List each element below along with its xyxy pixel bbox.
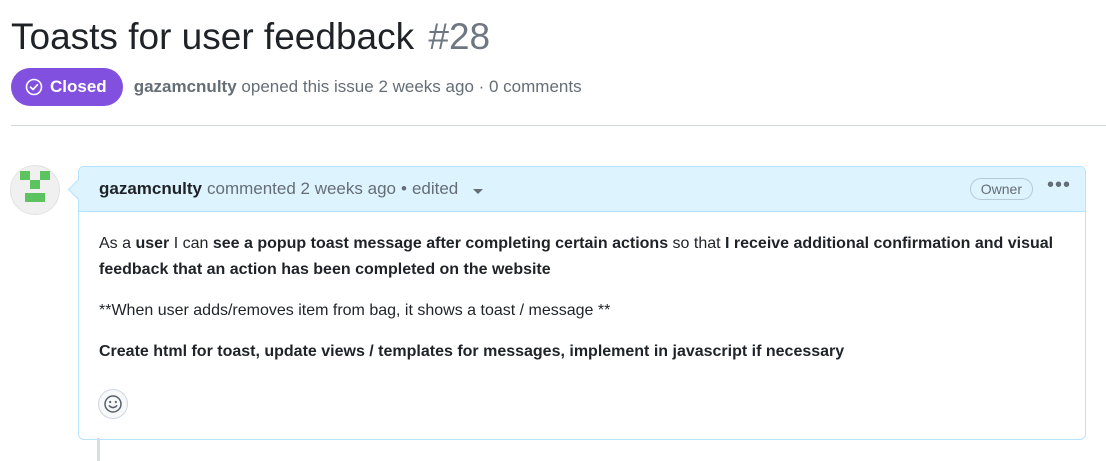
avatar-pixel: [30, 180, 40, 189]
timeline-line: [97, 438, 100, 461]
issue-closed-icon: [25, 78, 43, 96]
opened-text: opened this issue 2 weeks ago · 0 commen…: [241, 77, 582, 96]
issue-author-link[interactable]: gazamcnulty: [134, 77, 237, 96]
issue-meta: Closed gazamcnulty opened this issue 2 w…: [11, 68, 582, 106]
edited-dropdown[interactable]: edited: [412, 179, 483, 199]
avatar-pixel: [20, 171, 30, 180]
avatar[interactable]: [10, 165, 60, 215]
separator: •: [400, 179, 407, 198]
issue-opened-info: gazamcnulty opened this issue 2 weeks ag…: [134, 77, 582, 97]
body-paragraph: **When user adds/removes item from bag, …: [99, 302, 611, 319]
comment-card: gazamcnulty commented 2 weeks ago • edit…: [78, 166, 1086, 440]
comment-timestamp[interactable]: commented 2 weeks ago: [207, 179, 396, 199]
avatar-pixel: [40, 171, 50, 180]
comment-body: As a user I can see a popup toast messag…: [79, 212, 1085, 365]
state-badge: Closed: [11, 68, 123, 106]
issue-title: Toasts for user feedback #28: [11, 13, 490, 61]
kebab-horizontal-icon[interactable]: •••: [1047, 175, 1071, 195]
body-paragraph: Create html for toast, update views / te…: [99, 343, 845, 360]
add-reaction-button[interactable]: [98, 389, 128, 419]
issue-number: #28: [428, 16, 491, 57]
comment-header: gazamcnulty commented 2 weeks ago • edit…: [79, 167, 1085, 212]
owner-badge: Owner: [969, 178, 1033, 200]
issue-page: Toasts for user feedback #28 Closed gaza…: [0, 0, 1106, 461]
edited-label: edited: [411, 179, 459, 198]
avatar-pixel: [35, 193, 45, 202]
smiley-icon: [104, 395, 122, 413]
issue-title-text: Toasts for user feedback: [11, 16, 415, 57]
caret-down-icon: [473, 189, 483, 194]
comment-author-link[interactable]: gazamcnulty: [99, 179, 202, 199]
header-divider: [11, 125, 1106, 126]
state-label: Closed: [50, 77, 107, 96]
avatar-pixel: [25, 193, 35, 202]
body-paragraph: As a user I can see a popup toast messag…: [99, 235, 1054, 278]
